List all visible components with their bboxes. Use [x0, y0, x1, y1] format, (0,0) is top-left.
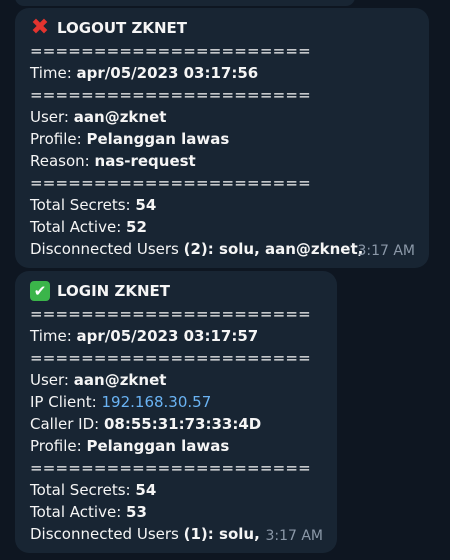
message-title-row: ✔ LOGIN ZKNET	[30, 279, 323, 303]
total-secrets-value: 54	[135, 481, 157, 499]
separator: ======================	[30, 42, 311, 60]
user-value: aan@zknet	[73, 108, 167, 126]
chat-area: ✖ LOGOUT ZKNET ====================== Ti…	[0, 0, 450, 560]
time-label: Time:	[30, 64, 72, 82]
profile-value: Pelanggan lawas	[86, 130, 230, 148]
total-active-row: Total Active: 52	[30, 216, 415, 238]
message-title-row: ✖ LOGOUT ZKNET	[30, 16, 415, 40]
reason-row: Reason: nas-request	[30, 150, 415, 172]
profile-label: Profile:	[30, 130, 82, 148]
profile-label: Profile:	[30, 437, 82, 455]
user-value: aan@zknet	[73, 371, 167, 389]
time-value: apr/05/2023 03:17:57	[76, 327, 259, 345]
profile-row: Profile: Pelanggan lawas	[30, 128, 415, 150]
total-active-value: 52	[126, 218, 147, 236]
profile-value: Pelanggan lawas	[86, 437, 230, 455]
total-active-label: Total Active:	[30, 503, 122, 521]
total-active-label: Total Active:	[30, 218, 122, 236]
caller-id-value: 08:55:31:73:33:4D	[103, 415, 262, 433]
reason-value: nas-request	[94, 152, 196, 170]
profile-row: Profile: Pelanggan lawas	[30, 435, 323, 457]
user-label: User:	[30, 108, 69, 126]
x-mark-icon: ✖	[30, 15, 50, 40]
separator: ======================	[30, 459, 311, 477]
total-secrets-label: Total Secrets:	[30, 481, 131, 499]
separator: ======================	[30, 349, 311, 367]
ip-client-link[interactable]: 192.168.30.57	[102, 393, 212, 411]
message-timestamp: 3:17 AM	[265, 528, 323, 544]
separator: ======================	[30, 174, 311, 192]
total-secrets-label: Total Secrets:	[30, 196, 131, 214]
time-label: Time:	[30, 327, 72, 345]
user-label: User:	[30, 371, 69, 389]
caller-id-label: Caller ID:	[30, 415, 100, 433]
user-row: User: aan@zknet	[30, 106, 415, 128]
reason-label: Reason:	[30, 152, 90, 170]
message-title: LOGIN ZKNET	[57, 282, 170, 300]
time-row: Time: apr/05/2023 03:17:56	[30, 62, 415, 84]
message-bubble-logout[interactable]: ✖ LOGOUT ZKNET ====================== Ti…	[15, 8, 429, 268]
disconnected-value: (1): solu,	[183, 525, 260, 543]
disconnected-label: Disconnected Users	[30, 240, 179, 258]
total-secrets-row: Total Secrets: 54	[30, 479, 323, 501]
total-secrets-row: Total Secrets: 54	[30, 194, 415, 216]
user-row: User: aan@zknet	[30, 369, 323, 391]
previous-message-bubble[interactable]	[15, 0, 355, 6]
disconnected-label: Disconnected Users	[30, 525, 179, 543]
disconnected-value: (2): solu, aan@zknet,	[183, 240, 364, 258]
message-bubble-login[interactable]: ✔ LOGIN ZKNET ====================== Tim…	[15, 271, 337, 553]
ip-client-label: IP Client:	[30, 393, 97, 411]
total-active-value: 53	[126, 503, 147, 521]
time-value: apr/05/2023 03:17:56	[76, 64, 259, 82]
separator: ======================	[30, 86, 311, 104]
check-mark-icon: ✔	[30, 281, 50, 301]
caller-id-row: Caller ID: 08:55:31:73:33:4D	[30, 413, 323, 435]
total-active-row: Total Active: 53	[30, 501, 323, 523]
message-timestamp: 3:17 AM	[357, 243, 415, 259]
total-secrets-value: 54	[135, 196, 157, 214]
separator: ======================	[30, 305, 311, 323]
message-title: LOGOUT ZKNET	[57, 19, 188, 37]
time-row: Time: apr/05/2023 03:17:57	[30, 325, 323, 347]
ip-client-row: IP Client: 192.168.30.57	[30, 391, 323, 413]
